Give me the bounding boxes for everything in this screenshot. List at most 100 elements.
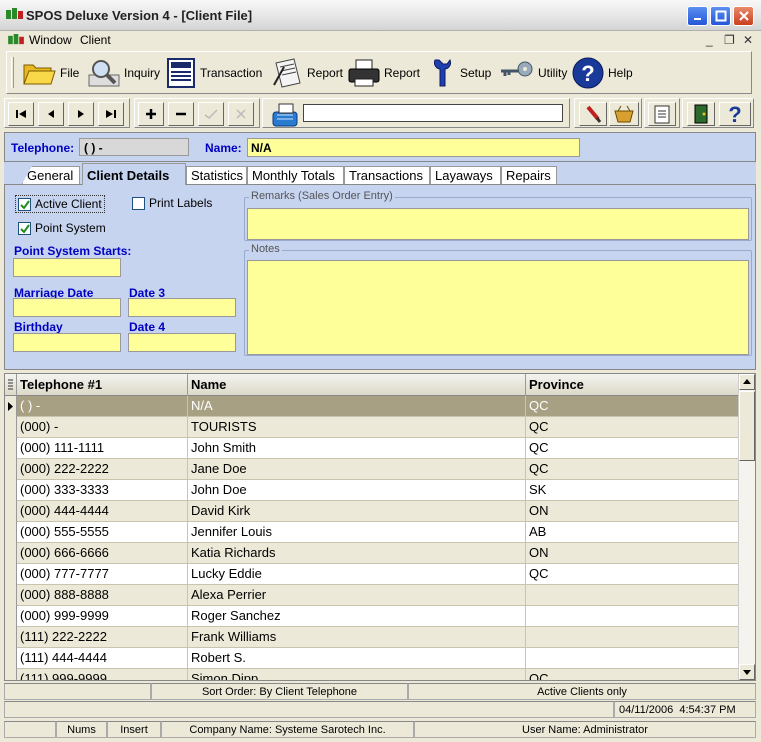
tab-repairs[interactable]: Repairs [501,166,557,184]
delete-record-button[interactable] [168,102,194,126]
file-button[interactable]: File [21,55,79,91]
cell-name[interactable]: N/A [188,396,526,417]
app-menu-icon[interactable] [8,34,24,46]
cell-province[interactable] [526,627,739,648]
column-header-telephone[interactable]: Telephone #1 [17,374,188,396]
cell-name[interactable]: John Doe [188,480,526,501]
column-header-name[interactable]: Name [188,374,526,396]
cell-telephone[interactable]: (111) 222-2222 [17,627,188,648]
minimize-button[interactable] [687,6,708,26]
scroll-thumb[interactable] [739,391,755,461]
cell-telephone[interactable]: (000) 111-1111 [17,438,188,459]
table-row[interactable]: (000) 888-8888 Alexa Perrier [5,585,739,606]
cell-telephone[interactable]: (000) 333-3333 [17,480,188,501]
cell-telephone[interactable]: ( ) - [17,396,188,417]
date3-field[interactable] [128,298,236,317]
cell-name[interactable]: Simon Dipp [188,669,526,680]
cell-name[interactable]: Robert S. [188,648,526,669]
mdi-restore-icon[interactable]: ❐ [724,33,735,47]
remarks-field[interactable] [247,208,749,240]
tab-transactions[interactable]: Transactions [344,166,430,184]
first-record-button[interactable] [8,102,34,126]
inquiry-button[interactable]: Inquiry [87,55,160,91]
cell-name[interactable]: David Kirk [188,501,526,522]
help-button[interactable]: ? Help [571,55,633,91]
last-record-button[interactable] [98,102,124,126]
cell-province[interactable]: ON [526,501,739,522]
cell-name[interactable]: Katia Richards [188,543,526,564]
next-record-button[interactable] [68,102,94,126]
telephone-field[interactable]: ( ) - [79,138,189,156]
column-header-province[interactable]: Province [526,374,739,396]
row-indicator[interactable] [5,522,17,543]
row-indicator[interactable] [5,417,17,438]
row-indicator[interactable] [5,501,17,522]
row-indicator[interactable] [5,648,17,669]
table-row[interactable]: (000) 333-3333 John Doe SK [5,480,739,501]
post-record-button[interactable] [198,102,224,126]
table-row[interactable]: (000) 555-5555 Jennifer Louis AB [5,522,739,543]
row-indicator[interactable] [5,564,17,585]
cell-name[interactable]: TOURISTS [188,417,526,438]
cell-province[interactable]: QC [526,459,739,480]
tab-client-details[interactable]: Client Details [82,163,186,185]
cell-telephone[interactable]: (000) - [17,417,188,438]
report-button[interactable]: Report [270,55,343,91]
notes-button[interactable] [648,102,676,126]
menu-client[interactable]: Client [80,33,111,47]
row-indicator[interactable] [5,480,17,501]
cell-province[interactable]: AB [526,522,739,543]
cell-name[interactable]: Alexa Perrier [188,585,526,606]
setup-button[interactable]: Setup [427,55,491,91]
scroll-down-button[interactable] [739,664,755,680]
grid-scrollbar[interactable] [738,374,755,680]
table-row[interactable]: (111) 999-9999 Simon Dipp QC [5,669,739,680]
exit-button[interactable] [687,102,715,126]
row-indicator[interactable] [5,669,17,680]
cell-province[interactable] [526,606,739,627]
row-indicator[interactable] [5,459,17,480]
cell-name[interactable]: Jane Doe [188,459,526,480]
cell-name[interactable]: Jennifer Louis [188,522,526,543]
row-indicator[interactable] [5,606,17,627]
marriage-date-field[interactable] [13,298,121,317]
add-record-button[interactable] [138,102,164,126]
cell-name[interactable]: Lucky Eddie [188,564,526,585]
cell-province[interactable] [526,648,739,669]
print-report-button[interactable]: Report [347,55,420,91]
cell-telephone[interactable]: (000) 777-7777 [17,564,188,585]
cell-province[interactable]: QC [526,669,739,680]
search-input[interactable] [303,104,563,122]
cell-telephone[interactable]: (111) 444-4444 [17,648,188,669]
cell-province[interactable]: QC [526,396,739,417]
birthday-field[interactable] [13,333,121,352]
transaction-button[interactable]: Transaction [165,55,262,91]
basket-button[interactable] [609,102,639,126]
point-system-starts-field[interactable] [13,258,121,277]
cancel-record-button[interactable] [228,102,254,126]
tab-statistics[interactable]: Statistics [186,166,247,184]
cell-telephone[interactable]: (000) 444-4444 [17,501,188,522]
table-row[interactable]: (000) 111-1111 John Smith QC [5,438,739,459]
active-client-checkbox[interactable]: Active Client [15,195,105,213]
table-row[interactable]: (000) - TOURISTS QC [5,417,739,438]
cell-name[interactable]: John Smith [188,438,526,459]
table-row[interactable]: (000) 999-9999 Roger Sanchez [5,606,739,627]
scroll-up-button[interactable] [739,374,755,390]
mdi-minimize-icon[interactable]: _ [706,33,713,47]
utility-button[interactable]: Utility [499,55,567,91]
table-row[interactable]: (000) 666-6666 Katia Richards ON [5,543,739,564]
cell-name[interactable]: Frank Williams [188,627,526,648]
cell-name[interactable]: Roger Sanchez [188,606,526,627]
toolbar-grip[interactable] [11,57,14,88]
context-help-button[interactable]: ? [719,102,751,126]
row-indicator[interactable] [5,396,17,417]
table-row[interactable]: (000) 777-7777 Lucky Eddie QC [5,564,739,585]
mdi-close-icon[interactable]: ✕ [743,33,753,47]
tab-monthly-totals[interactable]: Monthly Totals [247,166,344,184]
column-menu-icon[interactable] [5,374,17,396]
row-indicator[interactable] [5,627,17,648]
close-button[interactable] [733,6,754,26]
point-system-checkbox[interactable]: Point System [18,221,106,235]
row-indicator[interactable] [5,543,17,564]
